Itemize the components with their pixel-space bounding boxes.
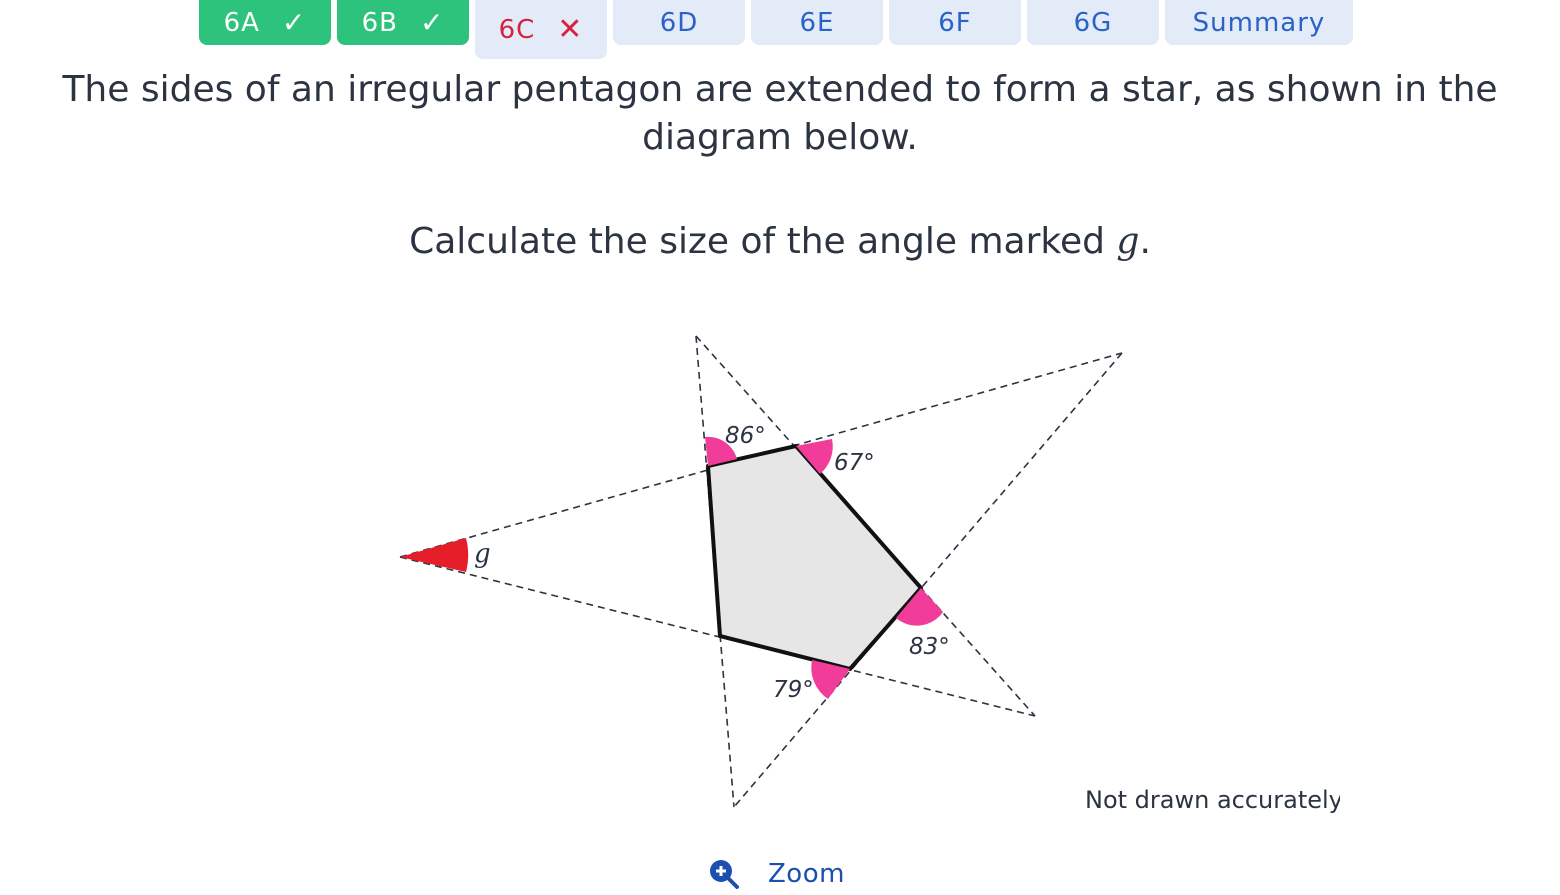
tab-summary[interactable]: Summary	[1165, 0, 1353, 45]
prompt-text: Calculate the size of the angle marked	[409, 221, 1117, 262]
question-text-line-2: diagram below.	[642, 117, 918, 158]
tab-6f[interactable]: 6F	[889, 0, 1021, 45]
tab-6g[interactable]: 6G	[1027, 0, 1159, 45]
angle-label-67: 67°	[834, 450, 875, 476]
tab-6d[interactable]: 6D	[613, 0, 745, 45]
cross-icon: ✕	[557, 12, 584, 47]
zoom-label: Zoom	[768, 859, 845, 889]
tab-label: 6D	[659, 7, 699, 38]
checkmark-icon: ✓	[281, 6, 307, 39]
zoom-button[interactable]: Zoom	[708, 856, 845, 892]
angle-label-83: 83°	[909, 634, 950, 660]
tab-label: Summary	[1192, 7, 1326, 38]
prompt-variable: g	[1116, 221, 1140, 262]
tab-6a[interactable]: 6A ✓	[199, 0, 331, 45]
tab-label: 6B	[361, 7, 398, 38]
question-tabs: 6A ✓ 6B ✓ 6C ✕ 6D 6E 6F 6G Summary	[0, 0, 1560, 62]
checkmark-icon: ✓	[419, 6, 445, 39]
tab-6e[interactable]: 6E	[751, 0, 883, 45]
tab-label: 6A	[223, 7, 260, 38]
tab-label: 6F	[938, 7, 972, 38]
zoom-in-icon	[710, 860, 739, 889]
prompt-suffix: .	[1139, 221, 1151, 262]
tab-label: 6E	[799, 7, 835, 38]
tab-6b[interactable]: 6B ✓	[337, 0, 469, 45]
tab-6c[interactable]: 6C ✕	[475, 0, 607, 59]
angle-g-sector	[400, 538, 469, 572]
pentagon	[706, 444, 923, 671]
question-prompt: Calculate the size of the angle marked g…	[0, 218, 1560, 266]
tab-label: 6G	[1073, 7, 1113, 38]
question-text-line-1: The sides of an irregular pentagon are e…	[62, 69, 1498, 110]
tab-label: 6C	[498, 14, 536, 45]
angle-label-86: 86°	[725, 423, 766, 449]
not-drawn-accurately-note: Not drawn accurately	[1085, 786, 1340, 814]
angle-label-g: g	[474, 539, 491, 569]
pentagon-star-diagram: 86° 67° 83° 79° g Not drawn accurately	[399, 335, 1340, 814]
angle-label-79: 79°	[773, 677, 814, 703]
